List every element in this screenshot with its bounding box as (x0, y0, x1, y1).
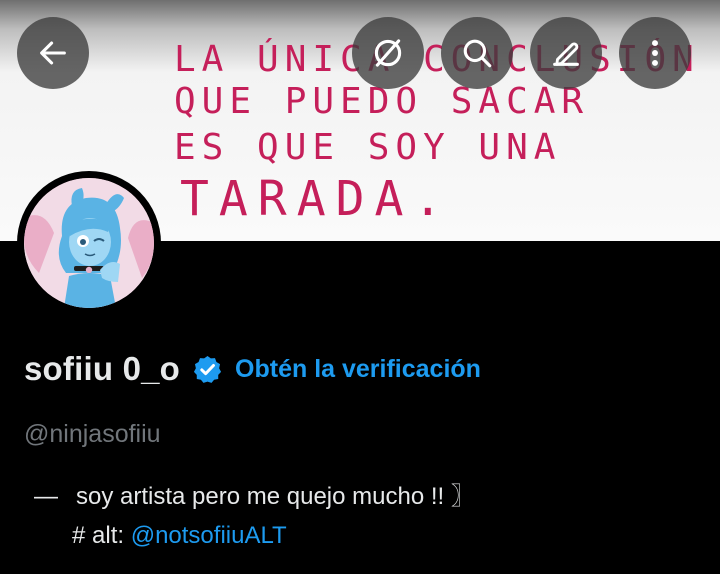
profile-name-row: sofiiu 0_o Obtén la verificación (24, 350, 481, 388)
search-button[interactable] (441, 17, 513, 89)
arrow-left-icon (40, 41, 66, 65)
bio-text: soy artista pero me quejo mucho !! 〗 (76, 483, 475, 510)
verified-badge-icon[interactable] (192, 354, 223, 385)
bio-alt-label: # alt: (72, 522, 131, 549)
bio-dash: — (34, 483, 58, 510)
profile-handle: @ninjasofiiu (24, 420, 161, 448)
avatar[interactable] (17, 171, 161, 315)
avatar-image (24, 178, 154, 308)
more-options-button[interactable] (619, 17, 691, 89)
banner-line-3: es que soy una (174, 127, 562, 168)
search-icon (463, 39, 492, 68)
banner-line-2: que puedo sacar (174, 81, 590, 122)
avatar-illustration (24, 178, 154, 308)
back-button[interactable] (17, 17, 89, 89)
bio-line-2: # alt: @notsofiiuALT (72, 522, 287, 550)
more-vertical-icon (652, 40, 658, 66)
banner-line-4: tarada. (180, 171, 453, 227)
bio-alt-account-link[interactable]: @notsofiiuALT (131, 522, 287, 549)
edit-profile-button[interactable] (530, 17, 602, 89)
display-name: sofiiu 0_o (24, 350, 181, 387)
get-verified-link[interactable]: Obtén la verificación (235, 355, 481, 384)
hide-button[interactable] (352, 17, 424, 89)
pencil-icon (553, 42, 579, 66)
eye-off-icon (374, 39, 402, 67)
bio-line-1: — soy artista pero me quejo mucho !! 〗 (34, 481, 475, 513)
